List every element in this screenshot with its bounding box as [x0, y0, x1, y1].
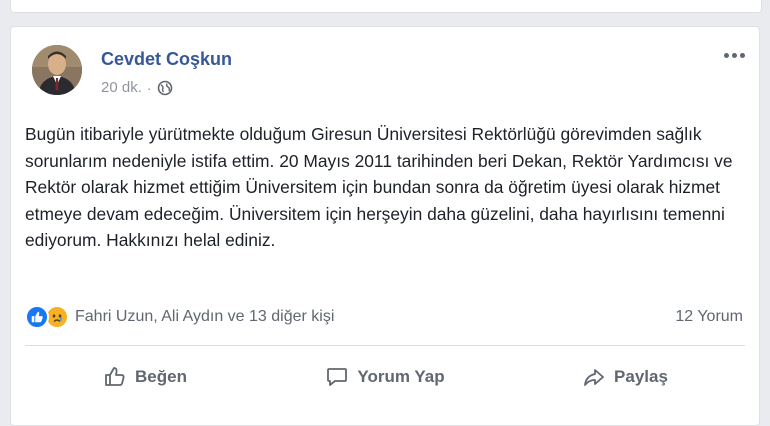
reactions-summary[interactable]: Fahri Uzun, Ali Aydın ve 13 diğer kişi — [25, 305, 334, 329]
meta-separator: · — [146, 79, 152, 96]
like-button[interactable]: Beğen — [25, 357, 265, 397]
post-time[interactable]: 20 dk. — [101, 79, 142, 96]
action-bar: Beğen Yorum Yap Paylaş — [25, 357, 745, 397]
post-meta: 20 dk. · — [101, 79, 173, 96]
post-options-button[interactable] — [724, 53, 745, 58]
avatar-photo — [32, 45, 82, 95]
globe-icon[interactable] — [157, 80, 173, 96]
comment-count[interactable]: 12 Yorum — [675, 308, 743, 326]
more-dot-icon — [732, 53, 737, 58]
reactors-text[interactable]: Fahri Uzun, Ali Aydın ve 13 diğer kişi — [75, 308, 334, 326]
more-dot-icon — [724, 53, 729, 58]
thumbs-up-icon — [105, 367, 125, 386]
share-button[interactable]: Paylaş — [505, 357, 745, 397]
comment-label: Yorum Yap — [357, 367, 445, 386]
like-icon — [25, 305, 49, 329]
avatar[interactable] — [32, 45, 82, 95]
like-label: Beğen — [135, 367, 187, 386]
divider — [25, 345, 745, 346]
comment-button[interactable]: Yorum Yap — [265, 357, 505, 397]
comment-bubble-icon — [327, 368, 348, 386]
share-label: Paylaş — [614, 367, 668, 386]
author-name[interactable]: Cevdet Coşkun — [101, 49, 232, 70]
more-dot-icon — [740, 53, 745, 58]
previous-post-card-edge — [10, 0, 762, 13]
share-arrow-icon — [584, 369, 604, 386]
feed-post: Cevdet Coşkun 20 dk. · Bugün itibariyle … — [10, 26, 760, 426]
post-text: Bugün itibariyle yürütmekte olduğum Gire… — [25, 124, 733, 250]
